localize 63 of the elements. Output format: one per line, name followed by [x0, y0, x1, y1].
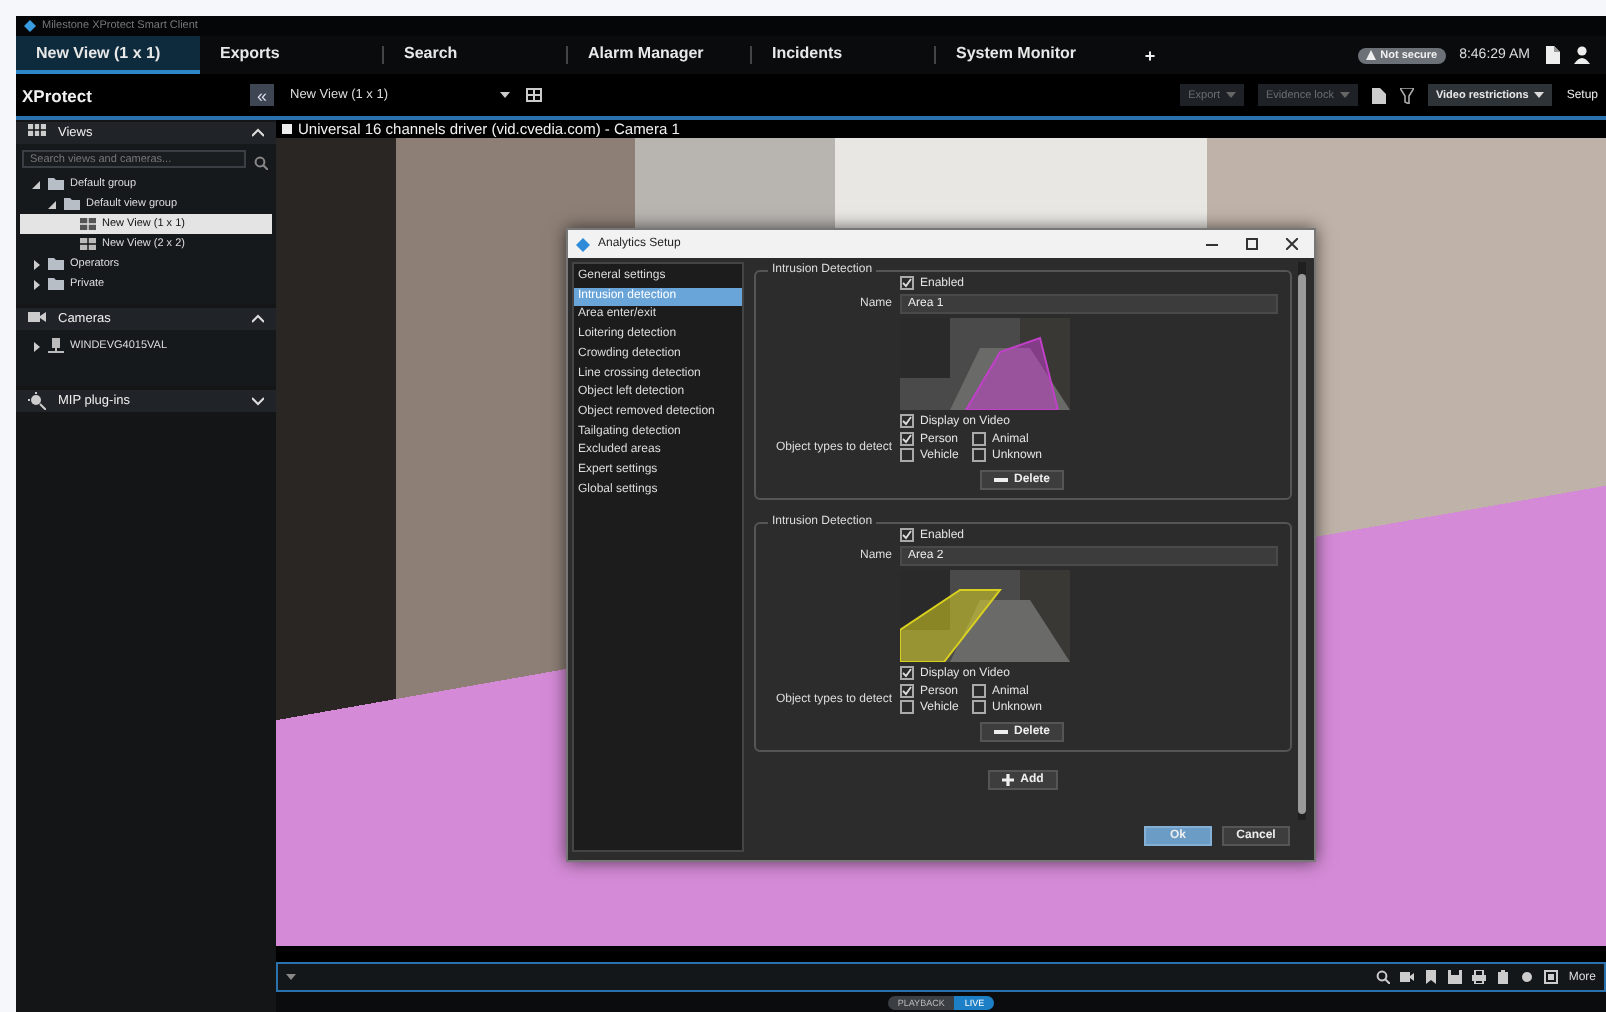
caret-icon: [1339, 92, 1350, 98]
bookmark-icon[interactable]: [1424, 970, 1439, 984]
minus-icon: [994, 730, 1008, 734]
app-logo-icon: [576, 237, 590, 251]
unchecked-checkbox[interactable]: [972, 700, 986, 714]
caret-icon[interactable]: [286, 974, 296, 980]
printer-icon[interactable]: [1472, 970, 1487, 984]
app-logo-icon: [24, 20, 36, 32]
user-icon[interactable]: [1574, 46, 1590, 64]
collapsed-arrow-icon[interactable]: [32, 279, 42, 289]
layout-icon[interactable]: [526, 88, 542, 102]
unchecked-checkbox[interactable]: [900, 448, 914, 462]
collapsed-arrow-icon[interactable]: [32, 259, 42, 269]
caret-icon: [500, 92, 510, 98]
detection-zone[interactable]: [900, 589, 1003, 662]
warning-icon: [1366, 50, 1377, 60]
video-camera-icon: [28, 310, 46, 328]
document-icon[interactable]: [1371, 87, 1386, 103]
checked-checkbox[interactable]: [900, 432, 914, 446]
checked-checkbox[interactable]: [900, 666, 914, 680]
new-tab-button[interactable]: +: [1120, 36, 1180, 74]
maximize-icon[interactable]: [1246, 238, 1258, 250]
window-icon[interactable]: [1544, 970, 1559, 984]
grid-icon: [80, 236, 96, 252]
chevron-up-icon[interactable]: [252, 128, 264, 138]
caret-icon: [1534, 92, 1545, 98]
chevron-down-icon[interactable]: [252, 396, 264, 406]
document-icon[interactable]: [1544, 46, 1560, 64]
unchecked-checkbox[interactable]: [972, 448, 986, 462]
tab[interactable]: Incidents: [752, 36, 936, 74]
filter-icon[interactable]: [1399, 87, 1414, 103]
camera-tile-icon: [282, 124, 292, 134]
checked-checkbox[interactable]: [900, 414, 914, 428]
plus-icon: [1002, 774, 1015, 786]
record-icon[interactable]: [1520, 970, 1535, 984]
expanded-arrow-icon[interactable]: [32, 179, 42, 189]
minus-icon: [994, 478, 1008, 482]
close-icon[interactable]: [1286, 238, 1298, 250]
tab[interactable]: Search: [384, 36, 568, 74]
tab[interactable]: System Monitor: [936, 36, 1120, 74]
save-icon[interactable]: [1448, 970, 1463, 984]
unchecked-checkbox[interactable]: [900, 700, 914, 714]
checked-checkbox[interactable]: [900, 684, 914, 698]
collapsed-arrow-icon[interactable]: [32, 341, 42, 351]
grid-icon: [80, 216, 96, 232]
collapse-sidebar-button[interactable]: «: [250, 84, 274, 106]
app-name: XProtect: [20, 85, 94, 105]
unchecked-checkbox[interactable]: [972, 432, 986, 446]
search-icon[interactable]: [254, 155, 268, 169]
minimize-icon[interactable]: [1206, 238, 1218, 250]
chevron-up-icon[interactable]: [252, 314, 264, 324]
tab[interactable]: Alarm Manager: [568, 36, 752, 74]
search-icon[interactable]: [1376, 970, 1391, 984]
server-icon: [48, 338, 64, 354]
video-camera-icon[interactable]: [1400, 970, 1415, 984]
tab[interactable]: Exports: [200, 36, 384, 74]
scrollbar[interactable]: [1298, 262, 1306, 820]
tab[interactable]: New View (1 x 1): [16, 36, 200, 74]
unchecked-checkbox[interactable]: [972, 684, 986, 698]
caret-icon: [1226, 92, 1237, 98]
expanded-arrow-icon[interactable]: [48, 199, 58, 209]
checked-checkbox[interactable]: [900, 528, 914, 542]
checked-checkbox[interactable]: [900, 276, 914, 290]
